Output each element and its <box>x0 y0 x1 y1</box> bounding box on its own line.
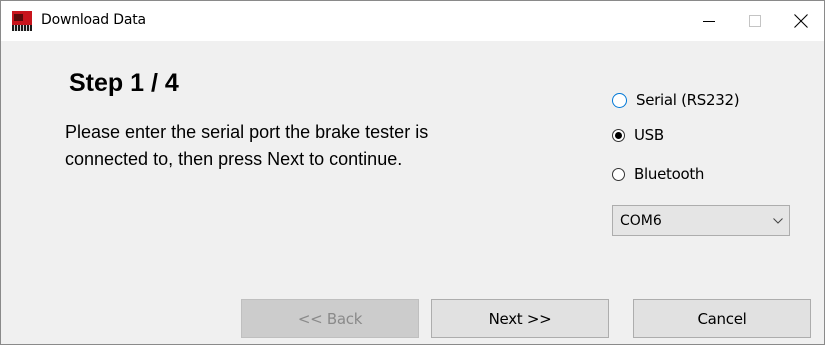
radio-bluetooth-circle[interactable] <box>612 167 625 181</box>
com-port-select[interactable]: COM6 <box>612 205 790 236</box>
maximize-icon <box>749 15 761 27</box>
radio-usb[interactable]: USB <box>612 124 664 146</box>
radio-serial-rs232-circle[interactable] <box>612 92 627 108</box>
close-icon <box>794 14 808 28</box>
step-title: Step 1 / 4 <box>69 69 179 97</box>
radio-usb-label[interactable]: USB <box>634 126 664 144</box>
chevron-down-icon[interactable] <box>767 217 789 224</box>
instructions-text: Please enter the serial port the brake t… <box>65 119 535 173</box>
minimize-button[interactable] <box>686 1 732 41</box>
instructions-line-1: Please enter the serial port the brake t… <box>65 122 429 142</box>
app-icon-teeth <box>12 25 32 31</box>
radio-bluetooth[interactable]: Bluetooth <box>612 163 704 185</box>
title-bar[interactable]: Download Data <box>1 1 824 41</box>
next-button[interactable]: Next >> <box>431 299 609 338</box>
maximize-button <box>732 1 778 41</box>
com-port-value: COM6 <box>620 212 662 229</box>
window-title: Download Data <box>41 12 146 28</box>
radio-bluetooth-label[interactable]: Bluetooth <box>634 165 704 183</box>
download-data-window: Download Data Step 1 / 4 Please enter th… <box>0 0 825 345</box>
radio-serial-rs232-label[interactable]: Serial (RS232) <box>636 91 740 109</box>
instructions-line-2: connected to, then press Next to continu… <box>65 149 403 169</box>
close-button[interactable] <box>778 1 824 41</box>
cancel-button[interactable]: Cancel <box>633 299 811 338</box>
app-icon-mark <box>14 14 23 21</box>
radio-usb-circle[interactable] <box>612 128 625 142</box>
back-button: << Back <box>241 299 419 338</box>
minimize-icon <box>703 21 715 22</box>
brake-tester-app-icon <box>12 11 32 31</box>
radio-serial-rs232[interactable]: Serial (RS232) <box>612 89 740 111</box>
